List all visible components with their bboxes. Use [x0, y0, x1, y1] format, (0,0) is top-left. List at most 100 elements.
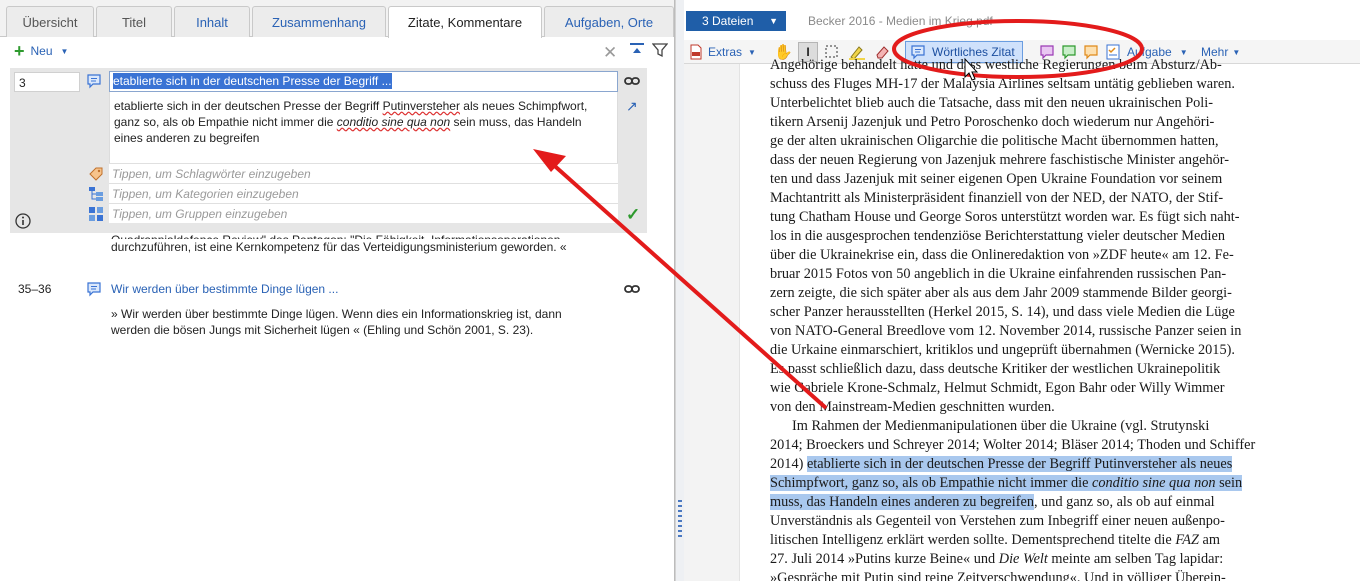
doc-line: schuss des Fluges MH-17 der Malaysia Air…	[770, 76, 1235, 92]
doc-line: tikern Arsenij Jazenjuk und Petro Porosc…	[770, 114, 1215, 130]
doc-line: zern zeigte, die sich später aber als au…	[770, 285, 1232, 301]
doc-line: von den Mainstream-Medien geschnitten wu…	[770, 399, 1055, 415]
link-icon[interactable]	[624, 281, 640, 297]
highlighted-quote[interactable]: etablierte sich in der deutschen Presse …	[806, 456, 1233, 472]
document-text[interactable]: Angehörige behandelt hatte und dass west…	[770, 56, 1324, 581]
highlight-italic: conditio sine qua non	[1092, 475, 1216, 491]
citation-text-word: Putinversteher	[382, 99, 460, 113]
doc-line: »Gespräche mit Putin sind reine Zeitvers…	[770, 570, 1226, 581]
doc-line: Machtantritt als Ministerpräsident finan…	[770, 190, 1224, 206]
citation-title-text: etablierte sich in der deutschen Presse …	[113, 73, 392, 89]
doc-text-italic: FAZ	[1175, 532, 1199, 548]
groups-icon	[88, 206, 104, 222]
pdf-viewer-pane: 3 Dateien ▼ Becker 2016 - Medien im Krie…	[684, 0, 1360, 581]
doc-line: ge der alten ukrainischen Oligarchie die…	[770, 133, 1219, 149]
collapse-icon[interactable]	[628, 41, 646, 59]
files-dropdown-label: 3 Dateien	[702, 14, 754, 28]
splitter-grip[interactable]	[678, 500, 682, 540]
bleed-line-2: durchzuführen, ist eine Kernkompetenz fü…	[111, 240, 567, 254]
citation-2-text[interactable]: » Wir werden über bestimmte Dinge lügen.…	[111, 306, 611, 338]
document-gutter	[684, 64, 740, 581]
doc-line: Schimpfwort, ganz so, als ob Empathie ni…	[770, 474, 1324, 493]
doc-line: wie Gabriele Krone-Schmalz, Helmut Schmi…	[770, 380, 1225, 396]
doc-line: 2014) etablierte sich in der deutschen P…	[770, 455, 1324, 474]
doc-line: Es passt schließlich dazu, dass deutsche…	[770, 361, 1221, 377]
comment-icon	[86, 73, 102, 89]
citation-2-number: 35–36	[18, 282, 52, 296]
doc-line: los in die ausgesprochen tendenziöse Ber…	[770, 228, 1225, 244]
new-button[interactable]: + Neu ▼	[14, 41, 69, 61]
citation-text-part1: etablierte sich in der deutschen Presse …	[114, 99, 383, 113]
document-title: Becker 2016 - Medien im Krieg.pdf	[808, 14, 993, 28]
tab-zusammenhang[interactable]: Zusammenhang	[252, 6, 386, 37]
doc-line: die Urkaine einmarschiert, kritiklos und…	[770, 342, 1235, 358]
extras-label: Extras	[708, 45, 743, 59]
new-button-label: Neu	[30, 44, 53, 58]
doc-line: muss, das Handeln eines anderen zu begre…	[770, 493, 1324, 512]
chevron-down-icon: ▼	[60, 46, 69, 56]
tab-bar: Übersicht Titel Inhalt Zusammenhang Zita…	[0, 0, 674, 38]
open-arrow-icon[interactable]: ↗	[626, 98, 642, 114]
citations-pane: Übersicht Titel Inhalt Zusammenhang Zita…	[0, 0, 675, 581]
chevron-down-icon: ▼	[769, 16, 778, 26]
doc-line: über die Ukrainekrise ein, dass die Onli…	[770, 247, 1234, 263]
tag-icon	[88, 166, 104, 182]
citation-2-line-1: » Wir werden über bestimmte Dinge lügen.…	[111, 307, 562, 321]
doc-text-italic: Die Welt	[998, 551, 1048, 567]
link-icon[interactable]	[624, 73, 640, 89]
tab-titel[interactable]: Titel	[96, 6, 172, 37]
doc-text-plain: , und ganz so, als ob auf einmal	[1034, 494, 1215, 510]
chevron-down-icon: ▼	[748, 47, 756, 57]
doc-line: tung Chatham House und George Soros unte…	[770, 209, 1240, 225]
citations-toolbar: + Neu ▼ ✕	[0, 38, 674, 66]
filter-icon[interactable]	[652, 42, 668, 58]
category-tree-icon	[88, 186, 104, 202]
citation-text-field[interactable]: etablierte sich in der deutschen Presse …	[109, 92, 618, 163]
previous-citation-text: Quadrannialdefence Review" des Pentagon:…	[111, 232, 611, 255]
files-dropdown[interactable]: 3 Dateien ▼	[686, 11, 786, 31]
doc-text-plain: 2014)	[770, 456, 807, 472]
doc-text-plain: am	[1198, 532, 1220, 548]
doc-line: Angehörige behandelt hatte und dass west…	[770, 57, 1222, 73]
info-icon[interactable]	[15, 213, 31, 229]
viewer-header: 3 Dateien ▼ Becker 2016 - Medien im Krie…	[684, 0, 1360, 40]
doc-line: scher Panzer herausstellten (Herkel 2015…	[770, 304, 1235, 320]
tab-inhalt[interactable]: Inhalt	[174, 6, 250, 37]
doc-line: ten und dass Jazenjuk mit seiner eigenen…	[770, 171, 1223, 187]
tab-zitate-kommentare[interactable]: Zitate, Kommentare	[388, 6, 542, 38]
doc-line: 2014; Broeckers und Schreyer 2014; Wolte…	[770, 437, 1256, 453]
checkmark-icon[interactable]: ✓	[626, 205, 642, 224]
doc-line: bruar 2015 Fotos von 50 angeblich in die…	[770, 266, 1227, 282]
highlight-text: sein	[1215, 475, 1243, 491]
highlight-text: Schimpfwort, ganz so, als ob Empathie ni…	[770, 475, 1093, 491]
doc-line: litischen Intelligenz erklärt werden sol…	[770, 531, 1324, 550]
groups-field[interactable]: Tippen, um Gruppen einzugeben	[109, 203, 618, 223]
clear-icon[interactable]: ✕	[603, 43, 617, 63]
bleed-line-1: Quadrannialdefence Review" des Pentagon:…	[111, 232, 611, 239]
plus-icon: +	[14, 41, 25, 61]
doc-text-plain: litischen Intelligenz erklärt werden sol…	[770, 532, 1176, 548]
doc-line: 27. Juli 2014 »Putins kurze Beine« und D…	[770, 550, 1324, 569]
comment-icon	[86, 281, 102, 297]
doc-line: dass der neuen Regierung von Jazenjuk me…	[770, 152, 1230, 168]
tab-uebersicht[interactable]: Übersicht	[6, 6, 94, 37]
pdf-icon	[690, 44, 702, 60]
keywords-field[interactable]: Tippen, um Schlagwörter einzugeben	[109, 163, 618, 183]
doc-line: Unterbelichtet blieb auch die Tatsache, …	[770, 95, 1213, 111]
highlighted-quote[interactable]: muss, das Handeln eines anderen zu begre…	[770, 494, 1034, 510]
citation-2-title[interactable]: Wir werden über bestimmte Dinge lügen ..…	[111, 282, 338, 296]
doc-text-plain: meinte am selben Tag lapidar:	[1047, 551, 1224, 567]
citation-2-line-2: werden die bösen Jungs mit Sicherheit lü…	[111, 323, 534, 337]
citation-title-field[interactable]: etablierte sich in der deutschen Presse …	[109, 71, 618, 92]
doc-line: von NATO-General Breedlove vom 12. Novem…	[770, 323, 1242, 339]
pane-splitter[interactable]	[675, 0, 684, 581]
extras-button[interactable]: Extras ▼	[688, 42, 756, 62]
doc-text-plain: 27. Juli 2014 »Putins kurze Beine« und	[770, 551, 999, 567]
citation-text-italic: conditio sine qua non	[336, 115, 451, 129]
doc-line: Im Rahmen der Medienmanipulationen über …	[792, 418, 1210, 434]
highlighted-quote[interactable]: Schimpfwort, ganz so, als ob Empathie ni…	[770, 475, 1243, 491]
tab-aufgaben-orte[interactable]: Aufgaben, Orte	[544, 6, 674, 37]
doc-line: Unverständnis als Gegenteil von Verstehe…	[770, 513, 1225, 529]
page-number-field[interactable]: 3	[14, 72, 80, 92]
categories-field[interactable]: Tippen, um Kategorien einzugeben	[109, 183, 618, 203]
